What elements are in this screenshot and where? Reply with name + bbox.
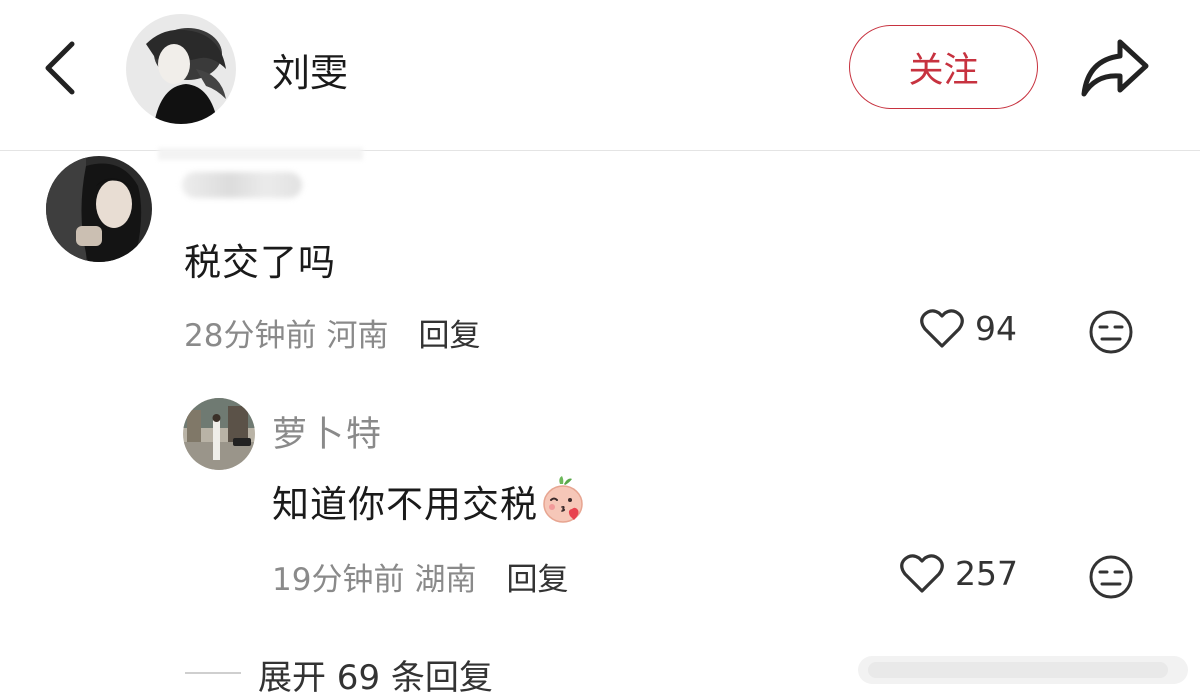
comment-text: 税交了吗: [184, 241, 336, 284]
reply-user-avatar[interactable]: [183, 398, 255, 470]
comment-reply-button[interactable]: 回复: [418, 310, 480, 355]
reply-meta: 19分钟前 湖南 回复: [272, 554, 568, 599]
reply-dislike-button[interactable]: [1087, 553, 1135, 601]
comment-time: 28分钟前: [184, 318, 317, 354]
comment-like-count: 94: [975, 308, 1017, 348]
reply-user-name[interactable]: 萝卜特: [272, 406, 383, 457]
top-bar: 刘雯 关注: [0, 0, 1200, 150]
chevron-left-icon: [45, 41, 75, 95]
profile-avatar[interactable]: [126, 14, 236, 124]
comment-location: 河南: [326, 318, 389, 354]
reply-like-count: 257: [955, 553, 1018, 593]
blurred-username: [182, 172, 302, 198]
follow-button[interactable]: 关注: [849, 25, 1038, 109]
reply-reply-button[interactable]: 回复: [506, 554, 568, 599]
share-button[interactable]: [1076, 34, 1152, 100]
radish-kiss-emoji-icon: [543, 476, 583, 523]
header-user-name: 刘雯: [272, 51, 349, 95]
meh-face-icon: [1089, 555, 1133, 599]
comment-like-button[interactable]: 94: [919, 307, 1017, 349]
comment-dislike-button[interactable]: [1087, 308, 1135, 356]
commenter-avatar[interactable]: [46, 156, 152, 262]
heart-outline-icon: [920, 309, 964, 348]
share-arrow-icon: [1081, 39, 1149, 97]
reply-text: 知道你不用交税: [272, 483, 538, 526]
expand-divider-line: [185, 672, 241, 674]
expand-replies-button[interactable]: 展开 69 条回复: [258, 650, 493, 696]
reply-time: 19分钟前: [272, 562, 405, 598]
back-button[interactable]: [40, 36, 84, 100]
comment-meta: 28分钟前 河南 回复: [184, 310, 480, 355]
watermark-blur: [858, 656, 1188, 684]
reply-location: 湖南: [414, 562, 477, 598]
heart-outline-icon: [900, 554, 944, 593]
meh-face-icon: [1089, 310, 1133, 354]
reply-text-row: 知道你不用交税: [272, 474, 586, 528]
blurred-region: [158, 148, 363, 160]
reply-like-button[interactable]: 257: [899, 552, 1018, 594]
